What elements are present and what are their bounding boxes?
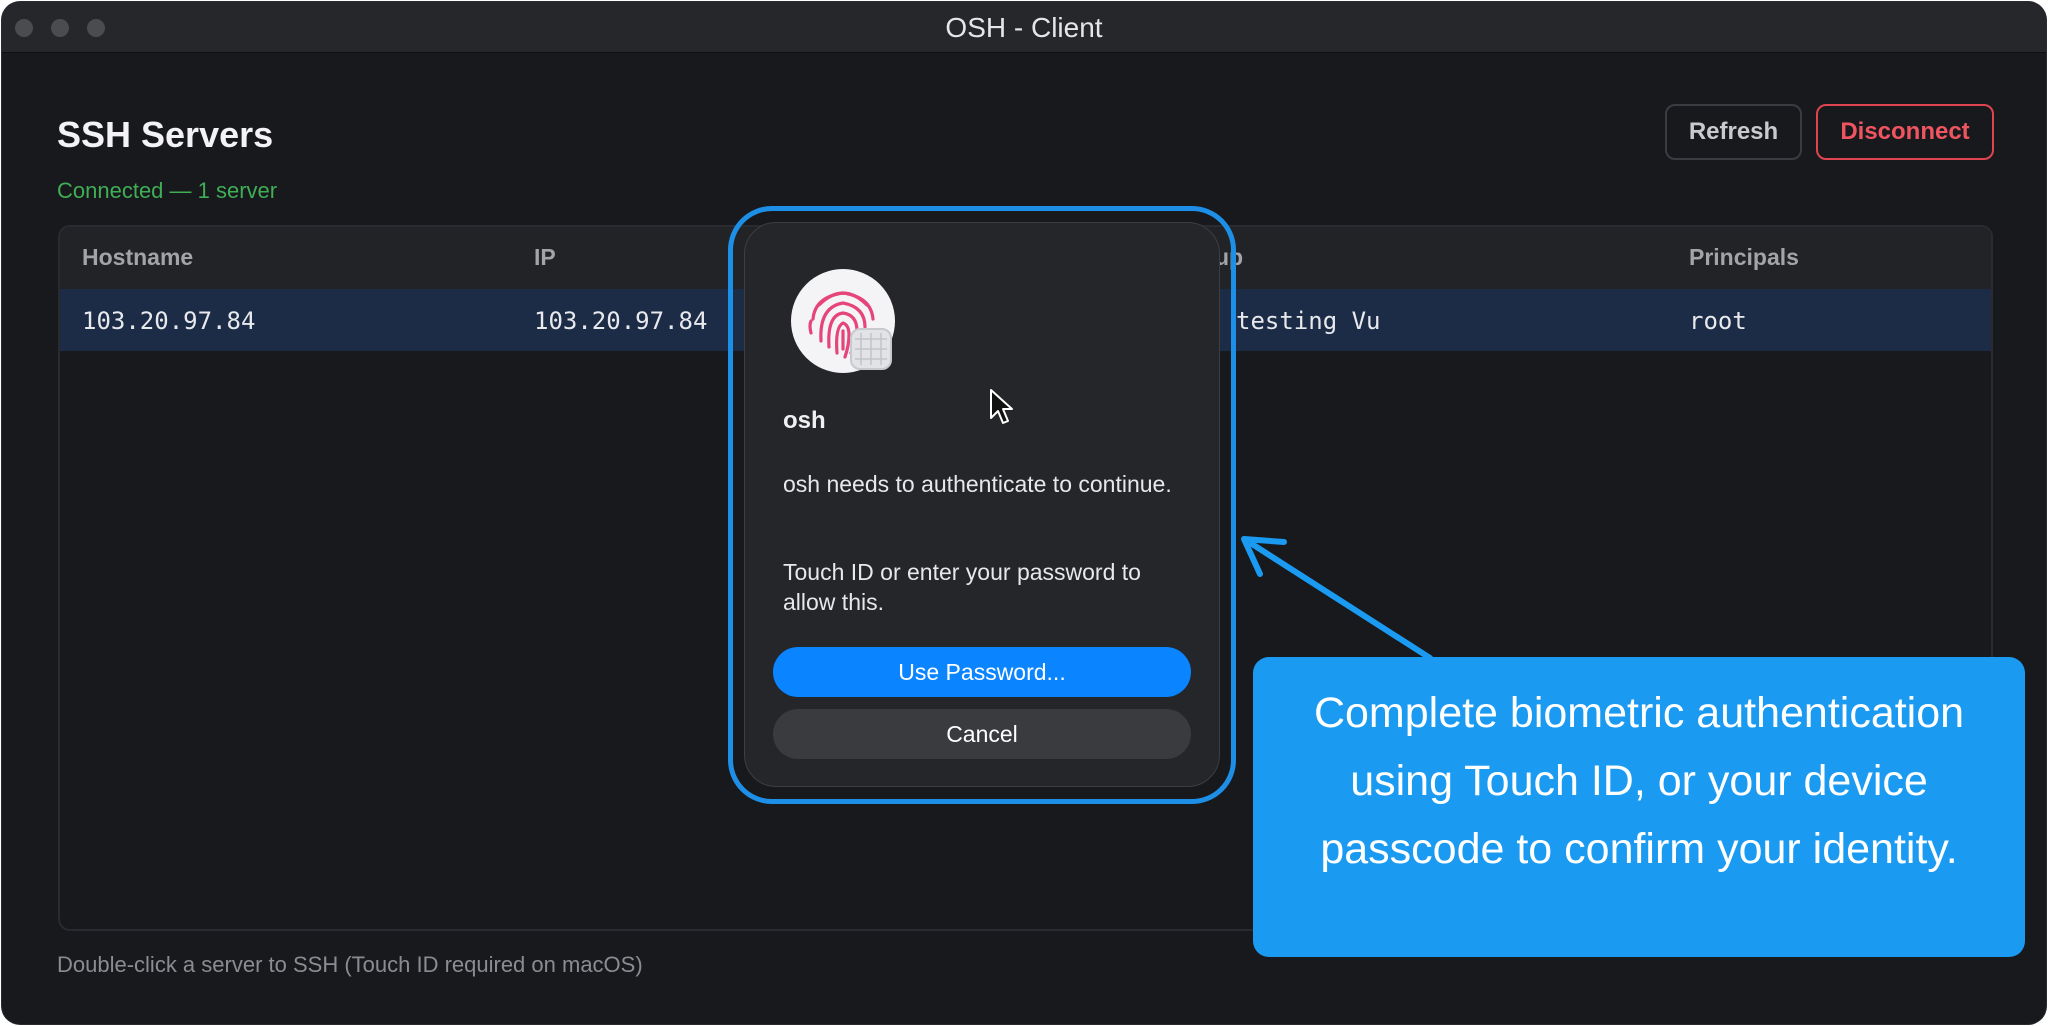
dialog-app-name: osh xyxy=(783,407,826,434)
page-title: SSH Servers xyxy=(57,114,274,155)
cancel-button[interactable]: Cancel xyxy=(773,709,1191,759)
use-password-button[interactable]: Use Password... xyxy=(773,647,1191,697)
callout-box: Complete biometric authentication using … xyxy=(1253,657,2025,957)
column-header-hostname[interactable]: Hostname xyxy=(82,244,193,271)
column-header-ip[interactable]: IP xyxy=(534,244,556,271)
callout-arrow-icon xyxy=(1241,536,1433,661)
dialog-instruction: Touch ID or enter your password to allow… xyxy=(783,559,1141,615)
cell-principals: root xyxy=(1689,307,1747,335)
title-bar: OSH - Client xyxy=(2,2,2046,53)
cell-group: testing Vu xyxy=(1236,307,1381,335)
footer-hint: Double-click a server to SSH (Touch ID r… xyxy=(57,952,643,977)
cell-ip: 103.20.97.84 xyxy=(534,307,708,335)
cell-hostname: 103.20.97.84 xyxy=(82,307,256,335)
dialog-message: osh needs to authenticate to continue. xyxy=(783,471,1172,497)
connection-status: Connected — 1 server xyxy=(57,178,278,203)
window-title: OSH - Client xyxy=(945,12,1103,43)
mouse-cursor-icon xyxy=(990,389,1013,424)
disconnect-button[interactable]: Disconnect xyxy=(1816,104,1994,160)
fingerprint-icon xyxy=(791,269,895,373)
column-header-principals[interactable]: Principals xyxy=(1689,244,1799,271)
touch-id-dialog: osh osh needs to authenticate to continu… xyxy=(744,222,1220,787)
refresh-button[interactable]: Refresh xyxy=(1665,104,1802,160)
